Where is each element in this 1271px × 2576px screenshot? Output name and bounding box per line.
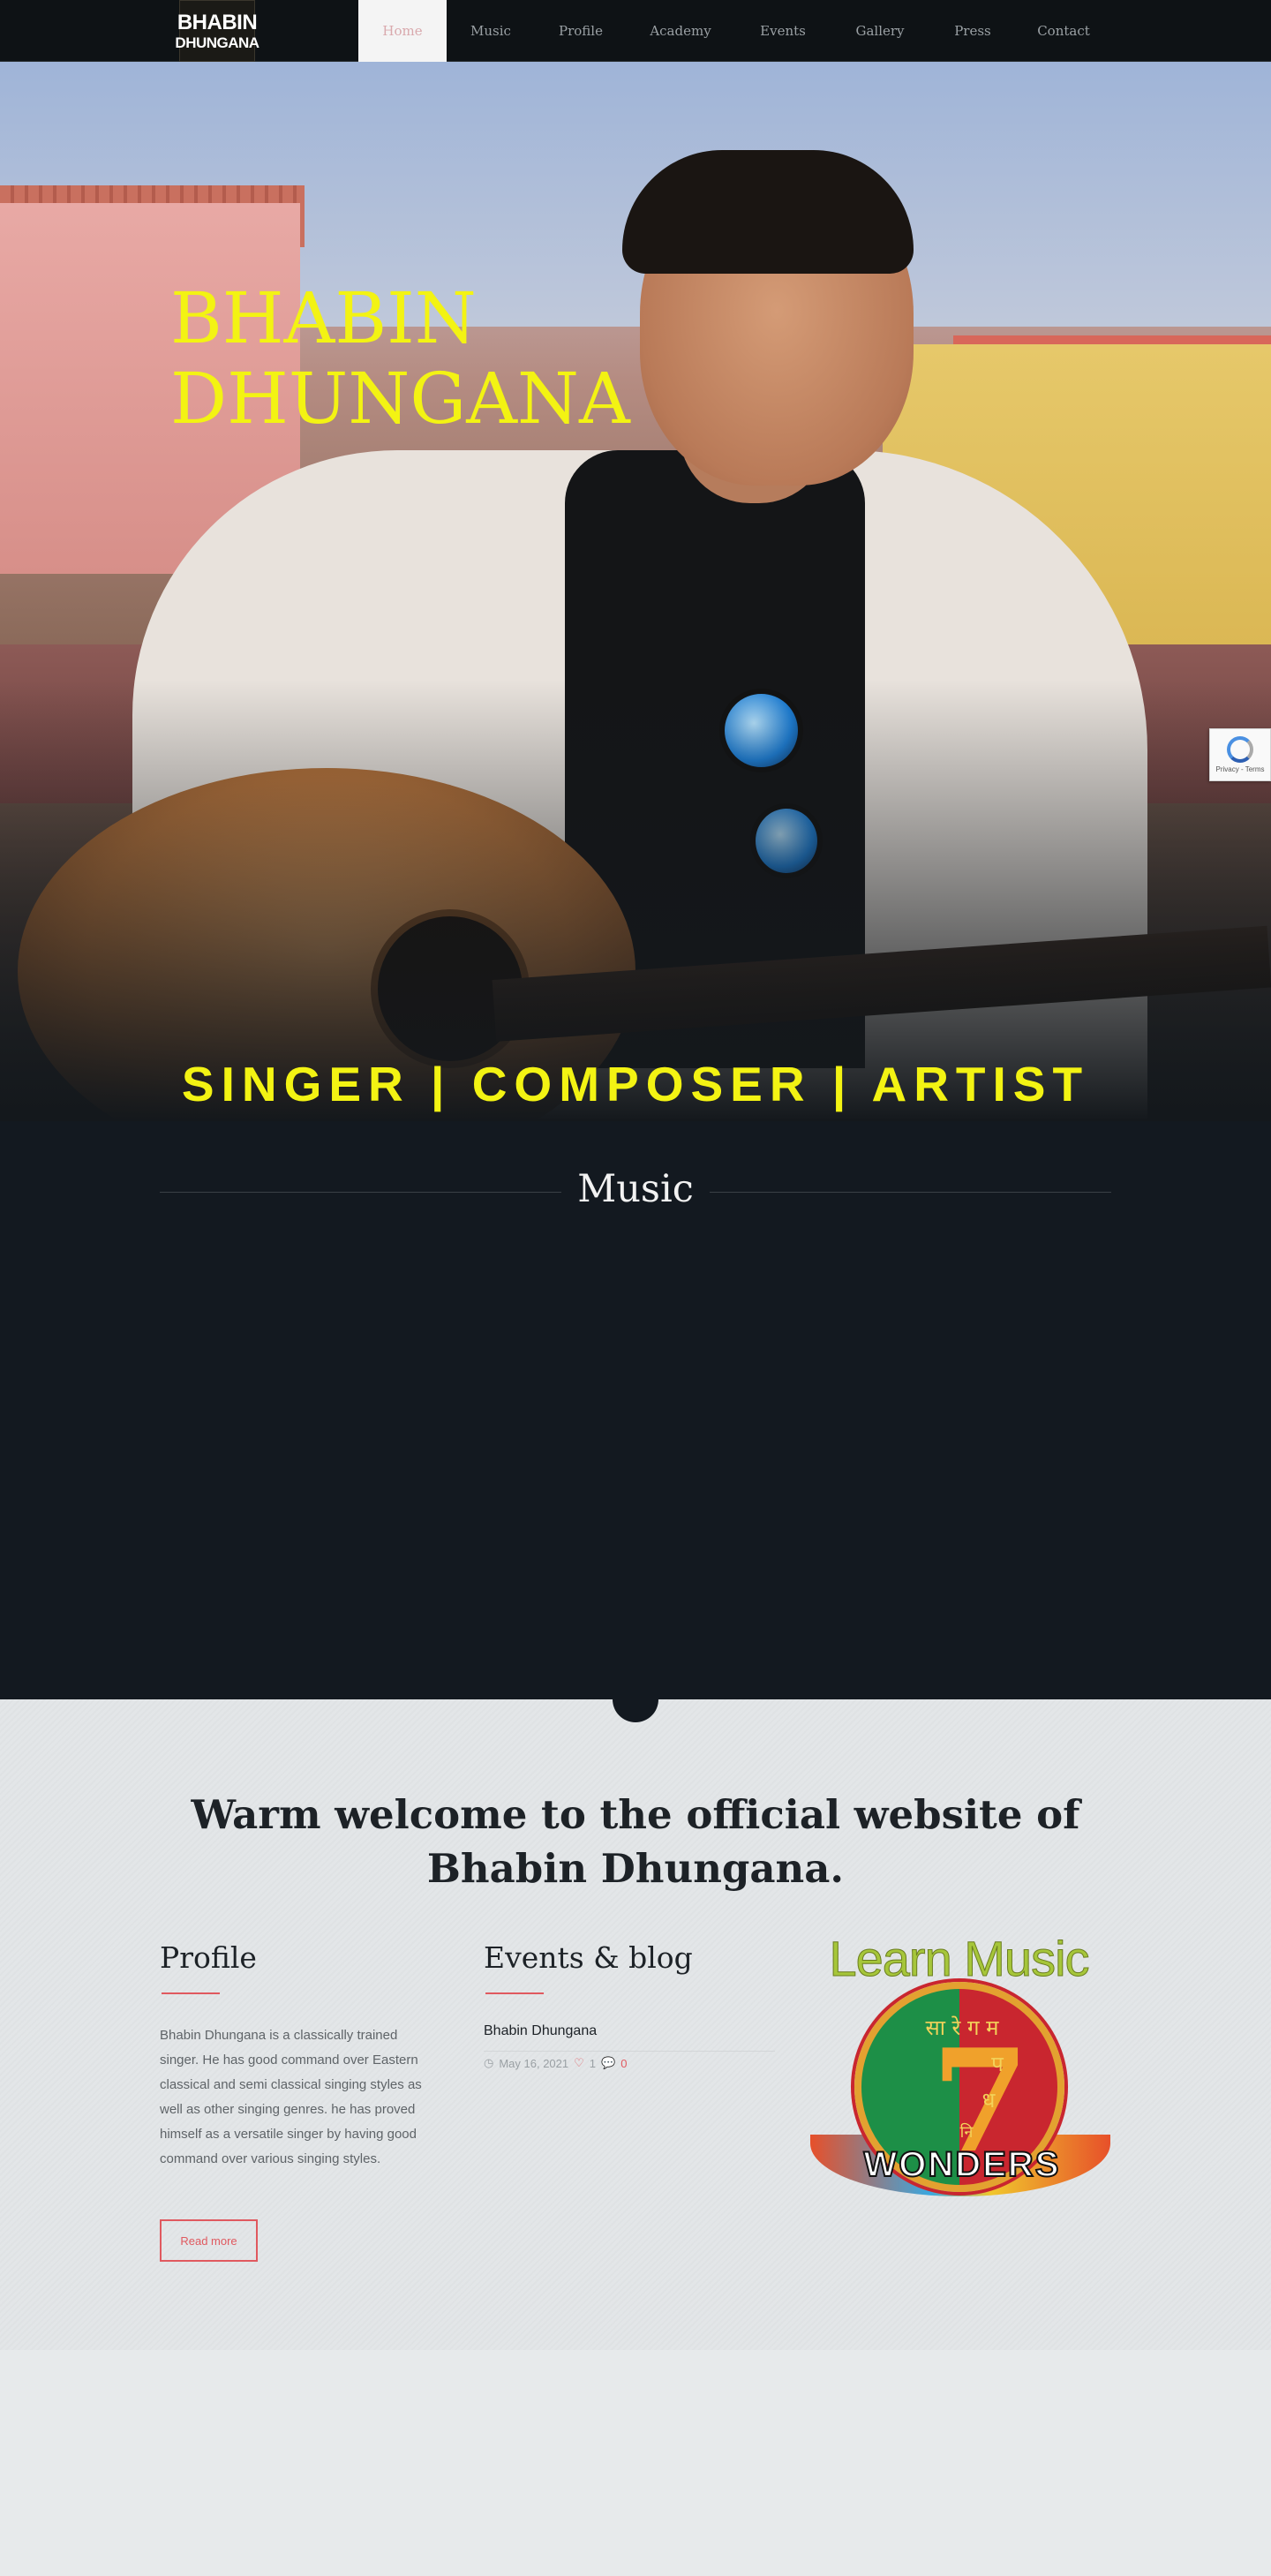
learn-music-title[interactable]: Learn Music [807,1930,1111,1987]
nav-item-music[interactable]: Music [447,0,535,62]
music-section-title: Music [577,1167,694,1211]
hero-title: BHABIN DHUNGANA [170,278,630,439]
event-likes: 1 [589,2056,597,2070]
profile-text: Bhabin Dhungana is a classically trained… [160,2028,422,2166]
swara-mid: प [991,2052,1004,2076]
comment-icon[interactable]: 💬 [601,2056,615,2070]
events-heading-underline [485,1992,544,1994]
welcome-title-line1: Warm welcome to the official website of [191,1791,1080,1838]
swara-mid2: ध [981,2088,996,2113]
recaptcha-badge[interactable]: Privacy - Terms [1209,728,1271,781]
event-comments: 0 [620,2056,628,2070]
logo-line1: BHABIN [177,10,258,34]
music-section: Music [0,1121,1271,1699]
event-item-meta: ◷ May 16, 2021 ♡ 1 💬 0 [484,2056,627,2070]
top-navbar: BHABIN DHUNGANA Home Music Profile Acade… [0,0,1271,62]
nav-item-events[interactable]: Events [734,0,831,62]
swara-top: सा रे ग म [925,2015,999,2040]
hero-title-line1: BHABIN [170,277,477,359]
clock-icon: ◷ [484,2056,494,2069]
hero-tagline: SINGER | COMPOSER | ARTIST [181,1057,1090,1111]
footer-area [0,2350,1271,2576]
event-date: May 16, 2021 [499,2056,569,2070]
main-menu: Home Music Profile Academy Events Galler… [358,0,1110,62]
hero-banner [0,62,1271,1121]
nav-item-contact[interactable]: Contact [1017,0,1110,62]
welcome-title-line2: Bhabin Dhungana. [426,1845,845,1892]
nav-item-academy[interactable]: Academy [627,0,734,62]
learn-music-swaras: सा रे ग म प ध नि [883,2013,1042,2143]
learn-music-ribbon-text: WONDERS [863,2144,1061,2185]
nav-item-press[interactable]: Press [929,0,1017,62]
hero-title-line2: DHUNGANA [170,358,630,440]
welcome-title: Warm welcome to the official website of … [0,1788,1271,1895]
profile-heading: Profile [160,1940,257,1975]
heart-icon[interactable]: ♡ [574,2056,584,2070]
recaptcha-links[interactable]: Privacy - Terms [1216,765,1265,773]
nav-item-gallery[interactable]: Gallery [831,0,929,62]
events-heading: Events & blog [484,1940,693,1975]
logo-line2: DHUNGANA [175,34,259,51]
swara-bottom: नि [959,2123,974,2142]
event-item-title[interactable]: Bhabin Dhungana [484,2023,597,2039]
profile-heading-underline [162,1992,220,1994]
recaptcha-icon [1227,736,1253,763]
read-more-button[interactable]: Read more [160,2219,258,2262]
hero-person-hair [622,150,914,274]
nav-item-profile[interactable]: Profile [535,0,627,62]
nav-item-home[interactable]: Home [358,0,447,62]
hero-dark-fade [0,680,1271,1121]
event-item-divider [484,2051,775,2052]
site-logo[interactable]: BHABIN DHUNGANA [175,0,259,62]
